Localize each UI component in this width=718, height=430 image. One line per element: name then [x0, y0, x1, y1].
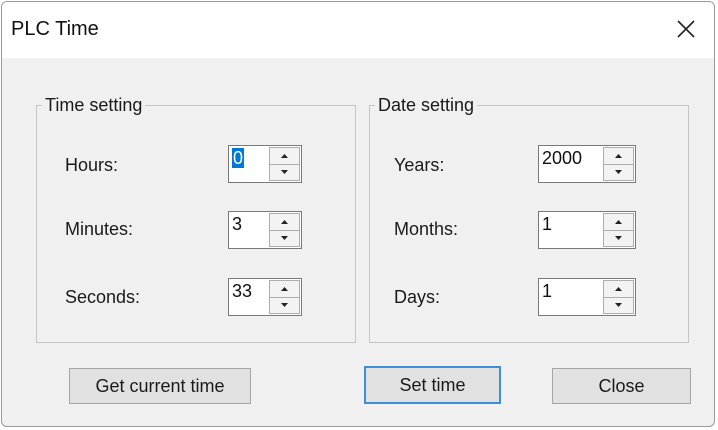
window-title: PLC Time — [11, 18, 99, 40]
close-button[interactable]: Close — [552, 368, 691, 404]
spin-up-arrow-icon — [281, 153, 288, 158]
minutes-spin-down-button[interactable] — [269, 230, 300, 247]
time-setting-legend: Time setting — [42, 94, 146, 116]
seconds-spinbox[interactable]: 33 — [228, 278, 302, 316]
spin-down-arrow-icon — [615, 236, 622, 241]
spin-down-arrow-icon — [281, 303, 288, 308]
months-label: Months: — [394, 219, 459, 239]
days-input[interactable]: 1 — [539, 279, 602, 315]
months-input[interactable]: 1 — [539, 212, 602, 248]
minutes-spin-up-button[interactable] — [269, 213, 300, 231]
months-spin-down-button[interactable] — [603, 230, 634, 247]
spin-up-arrow-icon — [281, 219, 288, 224]
spin-down-arrow-icon — [281, 236, 288, 241]
seconds-spin-up-button[interactable] — [269, 280, 300, 298]
years-spinbox[interactable]: 2000 — [538, 145, 636, 183]
spin-up-arrow-icon — [615, 153, 622, 158]
years-input[interactable]: 2000 — [539, 146, 602, 182]
months-spin-up-button[interactable] — [603, 213, 634, 231]
years-spin-up-button[interactable] — [603, 147, 634, 165]
days-spin-up-button[interactable] — [603, 280, 634, 298]
hours-label: Hours: — [65, 155, 119, 175]
window-close-button[interactable] — [658, 6, 714, 52]
hours-input[interactable]: 0 — [229, 146, 268, 182]
close-icon — [677, 20, 695, 38]
plc-time-dialog: PLC Time Time setting Hours: 0 Minutes: … — [1, 1, 715, 427]
months-spinbox[interactable]: 1 — [538, 211, 636, 249]
years-spin-down-button[interactable] — [603, 164, 634, 181]
get-current-time-button[interactable]: Get current time — [69, 368, 251, 404]
minutes-input[interactable]: 3 — [229, 212, 268, 248]
hours-spin-down-button[interactable] — [269, 164, 300, 181]
seconds-input[interactable]: 33 — [229, 279, 268, 315]
spin-up-arrow-icon — [281, 286, 288, 291]
years-label: Years: — [394, 155, 445, 175]
set-time-button[interactable]: Set time — [364, 366, 501, 404]
minutes-spinbox[interactable]: 3 — [228, 211, 302, 249]
spin-up-arrow-icon — [615, 286, 622, 291]
days-spin-down-button[interactable] — [603, 297, 634, 314]
date-setting-legend: Date setting — [375, 94, 478, 116]
days-label: Days: — [394, 287, 441, 307]
seconds-spin-down-button[interactable] — [269, 297, 300, 314]
minutes-label: Minutes: — [65, 219, 134, 239]
spin-down-arrow-icon — [281, 170, 288, 175]
spin-down-arrow-icon — [615, 170, 622, 175]
hours-spinbox[interactable]: 0 — [228, 145, 302, 183]
spin-up-arrow-icon — [615, 219, 622, 224]
hours-spin-up-button[interactable] — [269, 147, 300, 165]
title-bar: PLC Time — [2, 2, 714, 58]
days-spinbox[interactable]: 1 — [538, 278, 636, 316]
spin-down-arrow-icon — [615, 303, 622, 308]
seconds-label: Seconds: — [65, 287, 141, 307]
